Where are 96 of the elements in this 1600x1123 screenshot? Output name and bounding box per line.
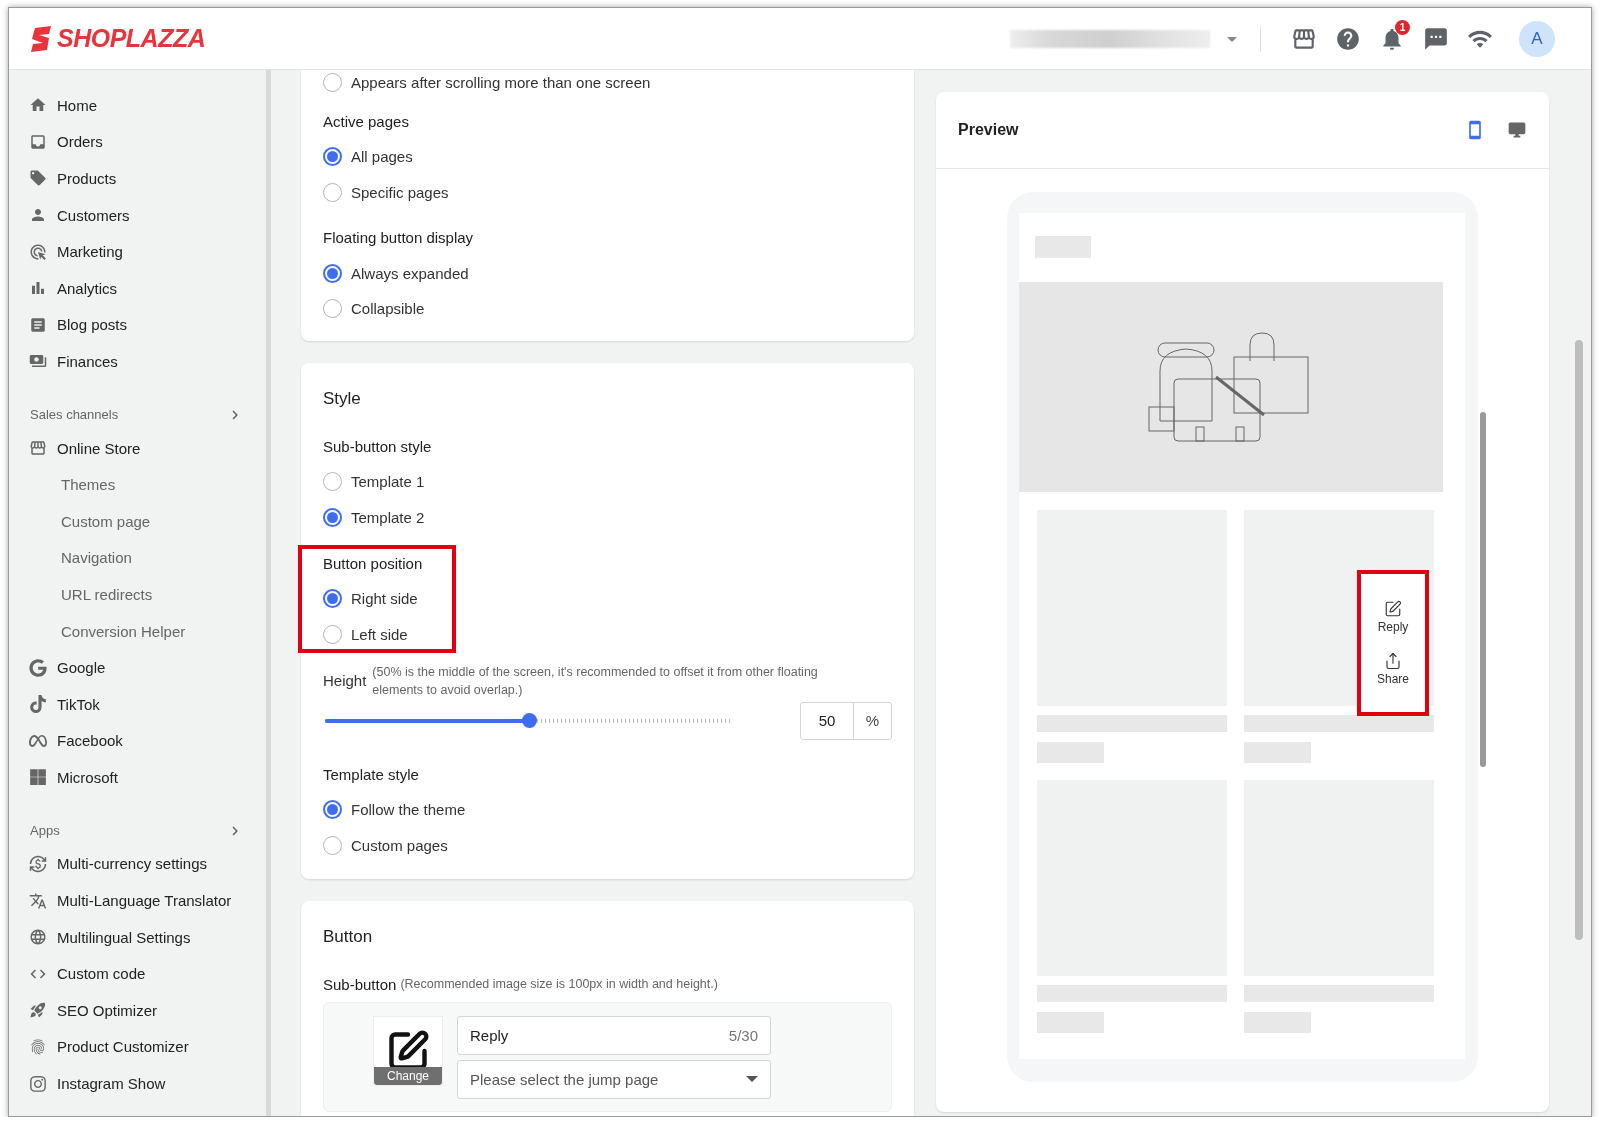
logo-mark-icon [29,25,53,52]
tag-icon [29,169,47,188]
notification-badge: 1 [1395,19,1410,35]
instagram-icon [29,1074,47,1093]
sidebar-item[interactable]: Home [9,87,266,124]
radio-button[interactable] [323,183,342,203]
windows-icon [29,768,47,787]
globe-icon [29,928,47,947]
radio-button[interactable] [323,72,342,92]
sidebar-item[interactable]: Product Customizer [9,1028,266,1066]
sidebar-subitem[interactable]: Conversion Helper [9,612,266,650]
radio-label: Template 1 [351,473,425,491]
radio-label: Custom pages [351,836,448,854]
radio-label: Collapsible [351,300,425,318]
sub-button-label: Sub-button [323,975,397,993]
sidebar-subitem[interactable]: Custom page [9,502,266,540]
hint-text: (50% is the middle of the screen, it's recommended to offset it from other floating elements to avoid overlap.) [372,663,819,699]
radio-label: Follow the theme [351,800,466,818]
section-title: Apps [30,823,60,839]
panel-title: Preview [958,121,1019,139]
sidebar-item[interactable]: TikTok [9,685,266,723]
caret-icon [746,1076,758,1083]
height-input[interactable]: 50 [801,702,854,739]
height-label: Height [323,672,367,689]
sidebar-subitem[interactable]: Navigation [9,539,266,577]
document-icon [29,315,47,334]
character-counter: 5/30 [728,1026,758,1044]
radio-label: Left side [351,626,408,644]
radio-label: All pages [351,148,413,166]
card-title: Button [323,925,374,948]
inbox-icon [29,132,47,151]
sidebar-item[interactable]: Microsoft [9,759,266,796]
radio-button[interactable] [323,472,342,492]
group-title: Sub-button style [323,436,433,457]
sidebar-subitem[interactable]: URL redirects [9,576,266,613]
group-title: Button position [323,554,424,575]
radio-button[interactable] [323,147,342,167]
fingerprint-icon [29,1037,47,1056]
unit-label: % [864,711,881,731]
sidebar-item[interactable]: Google [9,649,266,686]
note-pen-icon [1384,600,1402,618]
radio-button[interactable] [323,835,342,855]
group-title: Active pages [323,112,410,132]
logo[interactable]: SHOPLAZZA [57,24,206,53]
radio-button[interactable] [323,507,342,527]
sidebar-item[interactable]: Marketing [9,233,266,270]
radio-label: Appears after scrolling more than one screen [351,73,651,91]
chat-icon[interactable] [1423,25,1449,52]
section-title: Sales channels [30,407,119,423]
scrollbar[interactable] [1575,340,1583,940]
radio-button[interactable] [323,625,342,645]
share-button[interactable]: Share [1377,652,1409,686]
radio-button[interactable] [323,589,342,609]
tiktok-icon [29,695,47,714]
sidebar-item[interactable]: Multi-Language Translator [9,882,266,919]
help-icon[interactable] [1335,25,1361,52]
group-title: Template style [323,764,420,785]
sidebar-item[interactable]: Instagram Show [9,1065,266,1102]
radio-label: Always expanded [351,264,469,282]
radio-label: Specific pages [351,184,449,202]
radio-button[interactable] [323,299,342,319]
hint-text: (Recommended image size is 100px in width and height.) [400,977,718,992]
radio-button[interactable] [323,263,342,283]
sidebar-item[interactable]: Multi-currency settings [9,845,266,883]
sidebar-item[interactable]: Multilingual Settings [9,918,266,956]
sidebar-subitem[interactable]: Themes [9,466,266,503]
reply-button[interactable]: Reply [1377,600,1409,634]
store-icon [29,439,47,458]
sidebar-item[interactable]: Analytics [9,269,266,307]
rocket-icon [29,1001,47,1020]
sidebar-item[interactable]: SEO Optimizer [9,992,266,1029]
change-button[interactable]: Change [374,1066,442,1085]
translate-icon [29,891,47,910]
sidebar-item[interactable]: Products [9,160,266,197]
radio-label: Template 2 [351,508,425,526]
radio-button[interactable] [323,799,342,819]
card-title: Style [323,387,362,410]
sidebar-item[interactable]: Customers [9,196,266,234]
cursor-click-icon [29,242,47,261]
slider-thumb[interactable] [521,712,537,728]
currency-icon [29,855,47,873]
sidebar-item[interactable]: Custom code [9,955,266,993]
share-icon [1384,652,1402,670]
name-field[interactable]: Reply 5/30 [457,1015,771,1055]
radio-label: Right side [351,590,418,608]
monitor-icon[interactable] [1507,120,1527,140]
sidebar-item[interactable]: Facebook [9,722,266,760]
scrollbar[interactable] [1480,412,1486,767]
sidebar-item[interactable]: Online Store [9,429,266,467]
jump-page-select[interactable]: Please select the jump page [457,1059,771,1099]
avatar[interactable]: A [1519,20,1555,57]
google-icon [29,658,47,677]
sidebar-item[interactable]: Blog posts [9,306,266,344]
sidebar-item[interactable]: Orders [9,123,266,161]
group-title: Floating button display [323,228,475,249]
sidebar-item[interactable]: Finances [9,343,266,380]
